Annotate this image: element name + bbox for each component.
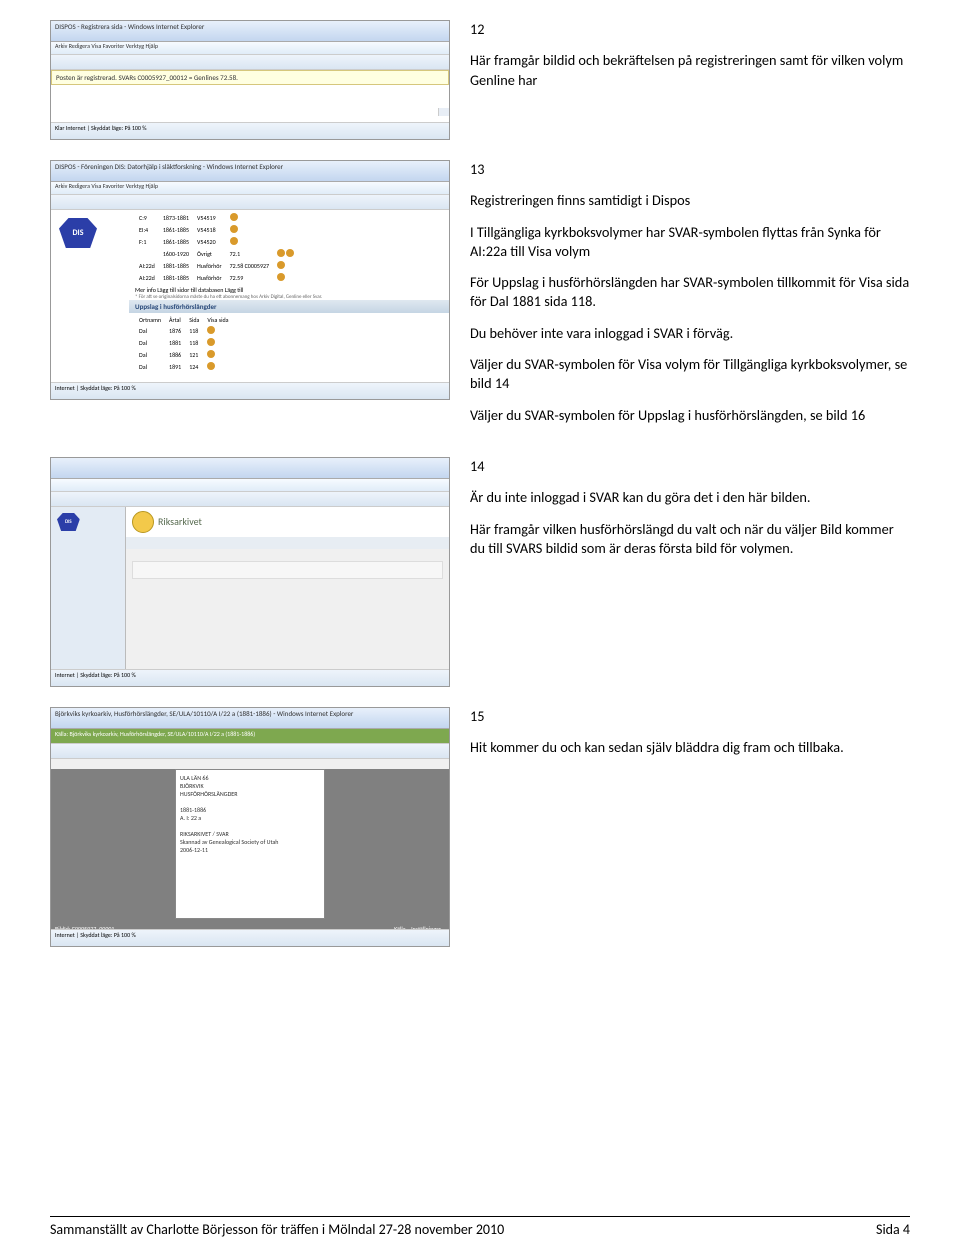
paragraph: För Uppslag i husförhörslängden har SVAR… [470, 273, 910, 312]
window-title: DISPOS - Föreningen DIS: Datorhjälp i sl… [51, 161, 449, 182]
content-area [126, 549, 449, 585]
dis-logo-icon: DIS [59, 218, 97, 248]
document-page: DISPOS - Registrera sida - Windows Inter… [0, 0, 960, 1258]
scanned-document: ULA LÄN 66 BJÖRKVIK HUSFÖRHÖRSLÄNGDER 18… [175, 769, 325, 919]
status-bar: Internet | Skyddat läge: På 100 % [51, 929, 449, 946]
browser-toolbar [51, 492, 449, 507]
svar-icon [286, 249, 294, 257]
text-14: 14 Är du inte inloggad i SVAR kan du gör… [470, 457, 910, 570]
svar-icon [277, 261, 285, 269]
svar-icon [230, 237, 238, 245]
svar-icon [207, 350, 215, 358]
svar-icon [230, 213, 238, 221]
section-number: 14 [470, 457, 910, 476]
image-viewer-content: ULA LÄN 66 BJÖRKVIK HUSFÖRHÖRSLÄNGDER 18… [51, 769, 449, 947]
scrollbar [438, 108, 449, 116]
svar-icon [230, 225, 238, 233]
paragraph: Du behöver inte vara inloggad i SVAR i f… [470, 324, 910, 343]
window-title: Björkviks kyrkoarkiv, Husförhörslängder,… [51, 708, 449, 729]
browser-menubar [51, 479, 449, 492]
footer-left: Sammanställt av Charlotte Börjesson för … [50, 1221, 504, 1238]
dis-logo-icon: DIS [57, 513, 80, 531]
paragraph: Här framgår bildid och bekräftelsen på r… [470, 51, 910, 90]
screenshot-13: DISPOS - Föreningen DIS: Datorhjälp i sl… [50, 160, 450, 400]
table-row: Dal1876118 [135, 325, 233, 337]
paragraph: Väljer du SVAR-symbolen för Uppslag i hu… [470, 406, 910, 425]
screenshot-12: DISPOS - Registrera sida - Windows Inter… [50, 20, 450, 140]
browser-content: DIS C:91873-1881V54519 EI:41861-1885V545… [51, 210, 449, 390]
table-row: AI:22d1881-1885Husförhör72.59 [135, 272, 298, 284]
paragraph: Är du inte inloggad i SVAR kan du göra d… [470, 488, 910, 507]
paragraph: Väljer du SVAR-symbolen för Visa volym f… [470, 355, 910, 394]
mer-info-row: Mer info Lägg till sidor till databasen … [129, 286, 449, 294]
svar-icon [277, 249, 285, 257]
page-footer: Sammanställt av Charlotte Börjesson för … [50, 1216, 910, 1238]
crown-icon [132, 511, 154, 533]
uppslag-table: OrtnamnÅrtalSidaVisa sida Dal1876118 Dal… [135, 315, 233, 373]
screenshot-15: Björkviks kyrkoarkiv, Husförhörslängder,… [50, 707, 450, 947]
svar-icon [207, 338, 215, 346]
browser-content: DIS Riksarkivet [51, 507, 449, 677]
svar-icon [207, 362, 215, 370]
paragraph: Hit kommer du och kan sedan själv bläddr… [470, 738, 910, 757]
paragraph: Här framgår vilken husförhörslängd du va… [470, 520, 910, 559]
footer-right: Sida 4 [876, 1221, 910, 1238]
riksarkivet-label: Riksarkivet [158, 515, 202, 528]
section-13: DISPOS - Föreningen DIS: Datorhjälp i sl… [50, 160, 910, 437]
browser-content: Posten är registrerad. SVARs C0005927_00… [51, 70, 449, 130]
screenshot-14: DIS Riksarkivet Internet | Skyddat läge:… [50, 457, 450, 687]
registration-confirmation-banner: Posten är registrerad. SVARs C0005927_00… [51, 70, 449, 85]
section-12: DISPOS - Registrera sida - Windows Inter… [50, 20, 910, 140]
table-row: C:91873-1881V54519 [135, 212, 298, 224]
section-15: Björkviks kyrkoarkiv, Husförhörslängder,… [50, 707, 910, 947]
text-13: 13 Registreringen finns samtidigt i Disp… [470, 160, 910, 437]
paragraph: Registreringen finns samtidigt i Dispos [470, 191, 910, 210]
left-sidebar: DIS [51, 507, 126, 677]
table-row: EI:41861-1885V54518 [135, 224, 298, 236]
status-bar: Internet | Skyddat läge: På 100 % [51, 669, 449, 686]
table-row: 1600-1920Övrigt72.1 [135, 248, 298, 260]
tab-strip [126, 537, 449, 549]
browser-menubar: Arkiv Redigera Visa Favoriter Verktyg Hj… [51, 42, 449, 55]
table-row: Dal1881118 [135, 337, 233, 349]
text-15: 15 Hit kommer du och kan sedan själv blä… [470, 707, 910, 770]
browser-toolbar [51, 55, 449, 70]
text-12: 12 Här framgår bildid och bekräftelsen p… [470, 20, 910, 102]
window-title: DISPOS - Registrera sida - Windows Inter… [51, 21, 449, 42]
window-title [51, 458, 449, 479]
section-number: 12 [470, 20, 910, 39]
section-14: DIS Riksarkivet Internet | Skyddat läge:… [50, 457, 910, 687]
uppslag-header: Uppslag i husförhörslängder [129, 300, 449, 313]
section-number: 15 [470, 707, 910, 726]
table-row: F:11861-1885V54520 [135, 236, 298, 248]
status-bar: Internet | Skyddat läge: På 100 % [51, 382, 449, 399]
volumes-table: C:91873-1881V54519 EI:41861-1885V54518 F… [135, 212, 298, 284]
svar-icon [277, 273, 285, 281]
table-row: Dal1886121 [135, 349, 233, 361]
table-header: OrtnamnÅrtalSidaVisa sida [135, 315, 233, 325]
section-number: 13 [470, 160, 910, 179]
svar-icon [207, 326, 215, 334]
table-row: AI:22d1881-1885Husförhör72.58 C0005927 [135, 260, 298, 272]
browser-menubar: Arkiv Redigera Visa Favoriter Verktyg Hj… [51, 182, 449, 195]
table-row: Dal1891124 [135, 361, 233, 373]
browser-toolbar [51, 195, 449, 210]
paragraph: I Tillgängliga kyrkboksvolymer har SVAR-… [470, 223, 910, 262]
riksarkivet-header: Riksarkivet [126, 507, 449, 537]
kalla-bar: Källa: Björkviks kyrkoarkiv, Husförhörsl… [51, 729, 449, 744]
viewer-toolbar [51, 744, 449, 759]
status-bar: Klar Internet | Skyddat läge: På 100 % [51, 122, 449, 139]
